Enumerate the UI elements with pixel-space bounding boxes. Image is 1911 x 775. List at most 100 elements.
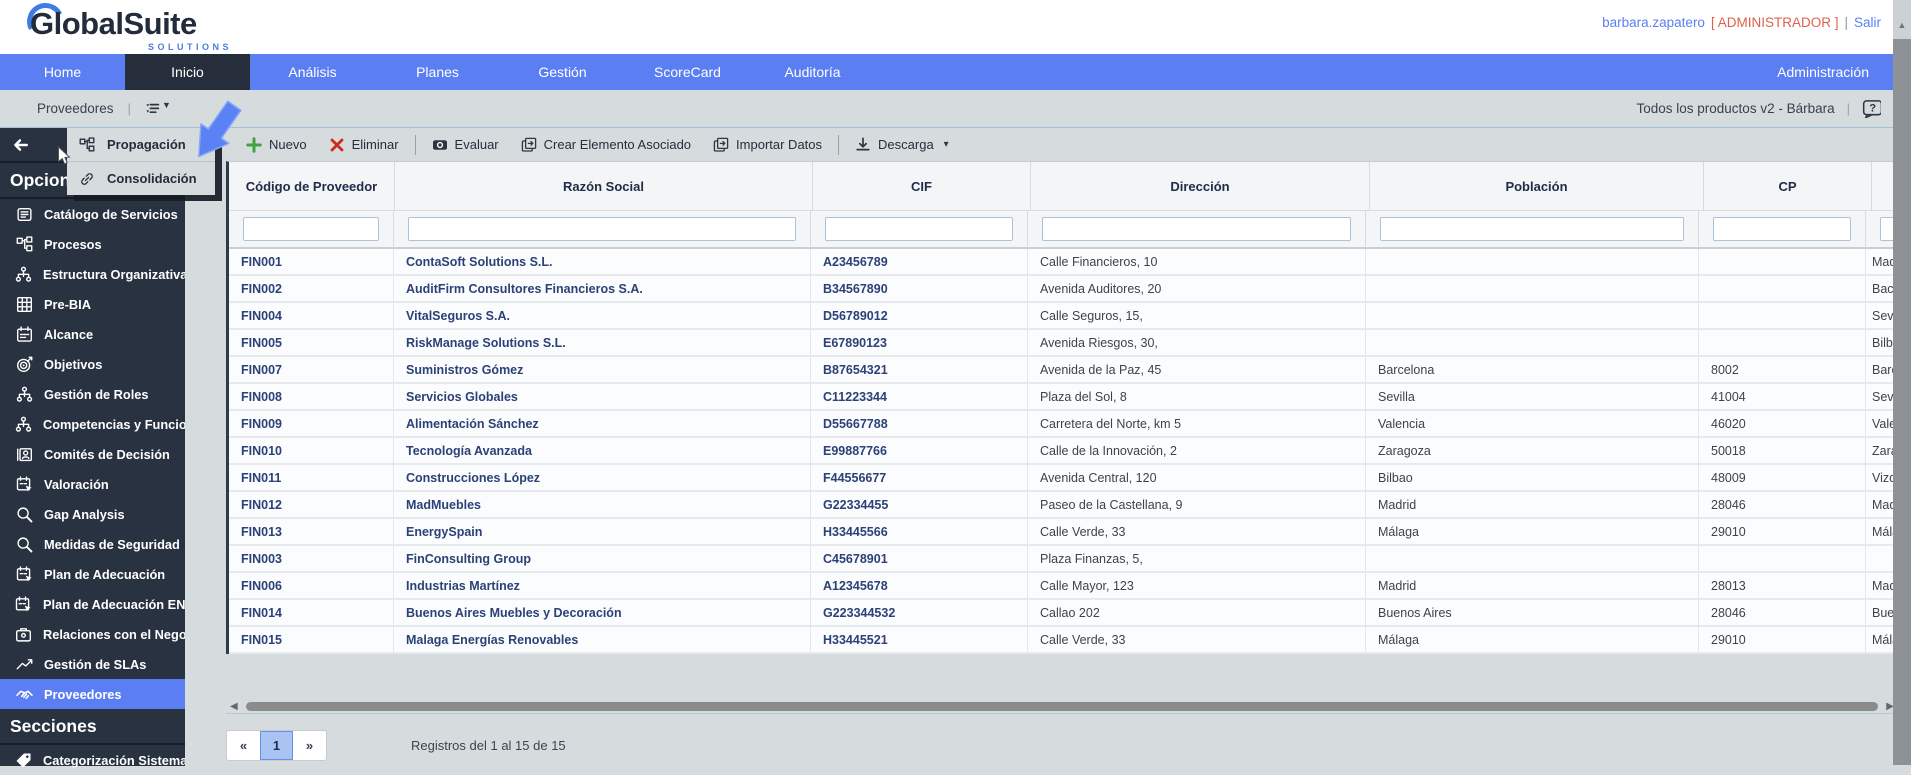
nav-item-home[interactable]: Home [0, 54, 125, 90]
crear-elemento-asociado-button[interactable]: Crear Elemento Asociado [510, 137, 702, 153]
column-header-poblacion[interactable]: Población [1370, 162, 1704, 211]
cell-codigo-de-proveedor[interactable]: FIN015 [229, 627, 394, 654]
nuevo-button[interactable]: Nuevo [235, 136, 318, 153]
cell-cif[interactable]: E67890123 [811, 330, 1028, 357]
cell-codigo-de-proveedor[interactable]: FIN011 [229, 465, 394, 492]
cell-cif[interactable]: B87654321 [811, 357, 1028, 384]
filter-input-poblacion[interactable] [1380, 217, 1684, 241]
cell-cif[interactable]: H33445521 [811, 627, 1028, 654]
cell-razon-social[interactable]: MadMuebles [394, 492, 811, 519]
logout-link[interactable]: Salir [1854, 15, 1881, 30]
sidebar-item-relaciones-con-el-negocio[interactable]: Relaciones con el Negocio [0, 619, 205, 649]
cell-codigo-de-proveedor[interactable]: FIN006 [229, 573, 394, 600]
cell-cif[interactable]: E99887766 [811, 438, 1028, 465]
sidebar-item-comites-de-decision[interactable]: Comités de Decisión [0, 439, 185, 469]
filter-input-cif[interactable] [825, 217, 1013, 241]
importar-datos-button[interactable]: Importar Datos [702, 137, 833, 153]
sidebar-item-gap-analysis[interactable]: Gap Analysis [0, 499, 185, 529]
cell-codigo-de-proveedor[interactable]: FIN013 [229, 519, 394, 546]
sidebar-item-proveedores[interactable]: Proveedores [0, 679, 185, 709]
cell-codigo-de-proveedor[interactable]: FIN008 [229, 384, 394, 411]
filter-input-cp[interactable] [1713, 217, 1851, 241]
view-selector-button[interactable]: ▼ [145, 100, 171, 117]
eliminar-button[interactable]: Eliminar [318, 137, 410, 153]
cell-codigo-de-proveedor[interactable]: FIN001 [229, 249, 394, 276]
cell-codigo-de-proveedor[interactable]: FIN005 [229, 330, 394, 357]
cell-cif[interactable]: A12345678 [811, 573, 1028, 600]
evaluar-button[interactable]: Evaluar [421, 137, 510, 153]
cell-razon-social[interactable]: AuditFirm Consultores Financieros S.A. [394, 276, 811, 303]
cell-cif[interactable]: G22334455 [811, 492, 1028, 519]
cell-razon-social[interactable]: FinConsulting Group [394, 546, 811, 573]
cell-razon-social[interactable]: Tecnología Avanzada [394, 438, 811, 465]
filter-input-razon-social[interactable] [408, 217, 796, 241]
scroll-left-arrow-icon[interactable]: ◀ [226, 701, 242, 712]
cell-razon-social[interactable]: Servicios Globales [394, 384, 811, 411]
sidebar-item-valoracion[interactable]: Valoración [0, 469, 185, 499]
user-name[interactable]: barbara.zapatero [1602, 15, 1705, 30]
sidebar-item-medidas-de-seguridad[interactable]: Medidas de Seguridad [0, 529, 185, 559]
nav-item-inicio[interactable]: Inicio [125, 54, 250, 90]
cell-razon-social[interactable]: Alimentación Sánchez [394, 411, 811, 438]
cell-razon-social[interactable]: VitalSeguros S.A. [394, 303, 811, 330]
cell-cif[interactable]: H33445566 [811, 519, 1028, 546]
cell-razon-social[interactable]: RiskManage Solutions S.L. [394, 330, 811, 357]
cell-razon-social[interactable]: Industrias Martínez [394, 573, 811, 600]
cell-cif[interactable]: A23456789 [811, 249, 1028, 276]
cell-codigo-de-proveedor[interactable]: FIN003 [229, 546, 394, 573]
cell-codigo-de-proveedor[interactable]: FIN010 [229, 438, 394, 465]
filter-input-codigo-de-proveedor[interactable] [243, 217, 379, 241]
filter-input-direccion[interactable] [1042, 217, 1351, 241]
nav-item-gestion[interactable]: Gestión [500, 54, 625, 90]
vertical-scrollbar-thumb[interactable] [1893, 39, 1911, 765]
nav-item-auditoria[interactable]: Auditoría [750, 54, 875, 90]
cell-codigo-de-proveedor[interactable]: FIN014 [229, 600, 394, 627]
context-menu-item-propagacion[interactable]: Propagación [67, 128, 215, 161]
page-next-button[interactable]: » [293, 731, 326, 760]
column-header-razon-social[interactable]: Razón Social [395, 162, 813, 211]
cell-razon-social[interactable]: Malaga Energías Renovables [394, 627, 811, 654]
nav-item-planes[interactable]: Planes [375, 54, 500, 90]
nav-item-administracion[interactable]: Administración [1747, 54, 1911, 90]
cell-razon-social[interactable]: Buenos Aires Muebles y Decoración [394, 600, 811, 627]
sidebar-item-gestion-de-slas[interactable]: Gestión de SLAs [0, 649, 185, 679]
cell-razon-social[interactable]: ContaSoft Solutions S.L. [394, 249, 811, 276]
cell-cif[interactable]: G223344532 [811, 600, 1028, 627]
cell-razon-social[interactable]: Suministros Gómez [394, 357, 811, 384]
page-current-button[interactable]: 1 [260, 731, 293, 760]
cell-codigo-de-proveedor[interactable]: FIN007 [229, 357, 394, 384]
column-header-cif[interactable]: CIF [813, 162, 1031, 211]
cell-cif[interactable]: B34567890 [811, 276, 1028, 303]
sidebar-item-alcance[interactable]: Alcance [0, 319, 185, 349]
cell-cif[interactable]: C45678901 [811, 546, 1028, 573]
cell-razon-social[interactable]: EnergySpain [394, 519, 811, 546]
cell-codigo-de-proveedor[interactable]: FIN004 [229, 303, 394, 330]
help-button[interactable]: ? [1862, 99, 1881, 118]
sidebar-item-gestion-de-roles[interactable]: Gestión de Roles [0, 379, 185, 409]
sidebar-item-plan-de-adecuacion[interactable]: Plan de Adecuación [0, 559, 185, 589]
scroll-up-arrow-icon[interactable]: ▲ [1898, 20, 1907, 30]
descarga-button[interactable]: Descarga ▾ [844, 137, 960, 153]
cell-cif[interactable]: D56789012 [811, 303, 1028, 330]
cell-codigo-de-proveedor[interactable]: FIN002 [229, 276, 394, 303]
sidebar-item-competencias-y-funciones[interactable]: Competencias y Funciones [0, 409, 209, 439]
sidebar-item-plan-de-adecuacion-ens[interactable]: Plan de Adecuación ENS [0, 589, 194, 619]
cell-codigo-de-proveedor[interactable]: FIN012 [229, 492, 394, 519]
cell-razon-social[interactable]: Construcciones López [394, 465, 811, 492]
column-header-codigo-de-proveedor[interactable]: Código de Proveedor [229, 162, 395, 211]
horizontal-scrollbar-thumb[interactable] [245, 702, 1879, 711]
sidebar-item-pre-bia[interactable]: Pre-BIA [0, 289, 185, 319]
column-header-cp[interactable]: CP [1704, 162, 1872, 211]
sidebar-item-catalogo-de-servicios[interactable]: Catálogo de Servicios [0, 199, 185, 229]
sidebar-item-estructura-organizativa[interactable]: Estructura Organizativa [0, 259, 187, 289]
context-menu-item-consolidacion[interactable]: Consolidación [67, 161, 215, 195]
nav-item-analisis[interactable]: Análisis [250, 54, 375, 90]
page-prev-button[interactable]: « [227, 731, 260, 760]
cell-cif[interactable]: D55667788 [811, 411, 1028, 438]
sidebar-item-procesos[interactable]: Procesos [0, 229, 185, 259]
column-header-direccion[interactable]: Dirección [1031, 162, 1370, 211]
sidebar-item-categorizacion-sistema[interactable]: Categorización Sistema [0, 745, 187, 775]
cell-cif[interactable]: C11223344 [811, 384, 1028, 411]
cell-cif[interactable]: F44556677 [811, 465, 1028, 492]
cell-codigo-de-proveedor[interactable]: FIN009 [229, 411, 394, 438]
